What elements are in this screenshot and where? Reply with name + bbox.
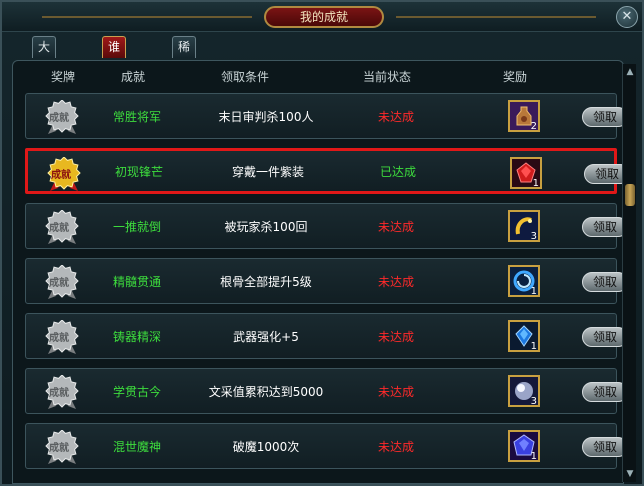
- status-text: 未达成: [377, 109, 414, 124]
- achievement-panel: 奖牌 成就 领取条件 当前状态 奖励 成就 常胜将军 末日审判杀100人 未达成 2 领取…: [12, 60, 630, 484]
- achievements-window: 我的成就 ✕ 大汉江山 谁与争锋 稀世奇珍 奖牌 成就 领取条件 当前状态 奖励…: [0, 0, 644, 486]
- column-header-condition: 领取条件: [221, 70, 270, 84]
- status-text: 未达成: [377, 329, 414, 344]
- reward-count: 1: [530, 341, 537, 352]
- column-header-reward: 奖励: [503, 70, 528, 84]
- medal-label: 成就: [49, 443, 69, 454]
- achievement-medal-icon: 成就: [44, 264, 80, 301]
- reward-count: 1: [530, 451, 537, 462]
- close-button[interactable]: ✕: [616, 6, 638, 28]
- gold-ring-icon[interactable]: 3: [508, 210, 540, 242]
- achievement-row: 成就 混世魔神 破魔1000次 未达成 1 领取: [25, 423, 628, 469]
- red-gem-icon[interactable]: 1: [510, 157, 542, 189]
- claim-condition: 被玩家杀100回: [224, 219, 308, 234]
- status-text: 未达成: [377, 439, 414, 454]
- tab-dahan-jiangshan[interactable]: 大汉江山: [32, 36, 57, 114]
- medal-label: 成就: [49, 388, 69, 399]
- tab-shui-yu-zhengfeng[interactable]: 谁与争锋: [102, 36, 127, 114]
- status-text: 未达成: [377, 274, 414, 289]
- achievement-row: 成就 学贯古今 文采值累积达到5000 未达成 3 领取: [25, 368, 628, 414]
- achievement-row: 成就 一推就倒 被玩家杀100回 未达成 3 领取: [25, 203, 628, 249]
- reward-count: 1: [532, 178, 539, 189]
- claim-condition: 文采值累积达到5000: [208, 384, 324, 399]
- scroll-up-icon[interactable]: ▲: [624, 66, 636, 78]
- column-header-status: 当前状态: [363, 70, 412, 84]
- medal-label: 成就: [49, 223, 69, 234]
- scrollbar[interactable]: ▲ ▼: [622, 64, 636, 482]
- achievement-medal-icon: 成就: [44, 429, 80, 466]
- achievement-name: 一推就倒: [112, 219, 161, 234]
- medal-label: 成就: [49, 113, 69, 124]
- table-header: 奖牌 成就 领取条件 当前状态 奖励: [13, 61, 623, 91]
- achievement-medal-icon: 成就: [44, 374, 80, 411]
- potion-jar-icon[interactable]: 2: [508, 100, 540, 132]
- title-ornament-left: [42, 16, 252, 18]
- reward-count: 3: [530, 231, 537, 242]
- claim-condition: 破魔1000次: [232, 439, 300, 454]
- achievement-name: 学贯古今: [112, 384, 161, 399]
- medal-label: 成就: [49, 278, 69, 289]
- scroll-thumb[interactable]: [625, 184, 635, 206]
- window-title: 我的成就: [264, 6, 384, 28]
- title-bar: 我的成就 ✕: [2, 2, 642, 32]
- status-text: 已达成: [379, 164, 416, 179]
- achievement-name: 初现锋芒: [114, 164, 163, 179]
- achievement-name: 精髓贯通: [112, 274, 161, 289]
- scroll-down-icon[interactable]: ▼: [624, 468, 636, 480]
- achievement-row: 成就 精髓贯通 根骨全部提升5级 未达成 1 领取: [25, 258, 628, 304]
- claim-condition: 穿戴一件紫装: [231, 164, 304, 179]
- achievement-name: 混世魔神: [112, 439, 161, 454]
- reward-count: 1: [530, 286, 537, 297]
- achievement-row: 成就 初现锋芒 穿戴一件紫装 已达成 1 领取: [25, 148, 630, 194]
- achievement-row: 成就 常胜将军 末日审判杀100人 未达成 2 领取: [25, 93, 628, 139]
- column-header-medal: 奖牌: [51, 70, 76, 84]
- sapphire-icon[interactable]: 1: [508, 430, 540, 462]
- claim-condition: 末日审判杀100人: [218, 109, 314, 124]
- blue-gem-icon[interactable]: 1: [508, 320, 540, 352]
- achievement-name: 常胜将军: [112, 109, 161, 124]
- pearl-orb-icon[interactable]: 3: [508, 375, 540, 407]
- achievement-medal-icon: 成就: [44, 99, 80, 136]
- claim-condition: 武器强化+5: [233, 329, 299, 344]
- status-text: 未达成: [377, 219, 414, 234]
- achievement-medal-icon: 成就: [44, 209, 80, 246]
- claim-condition: 根骨全部提升5级: [220, 274, 312, 289]
- blue-swirl-icon[interactable]: 1: [508, 265, 540, 297]
- tab-xishi-qizhen[interactable]: 稀世奇珍: [172, 36, 197, 114]
- status-text: 未达成: [377, 384, 414, 399]
- medal-label: 成就: [51, 170, 71, 181]
- reward-count: 2: [530, 121, 537, 132]
- achievement-row: 成就 铸器精深 武器强化+5 未达成 1 领取: [25, 313, 628, 359]
- achievement-name: 铸器精深: [112, 329, 161, 344]
- achievement-medal-icon: 成就: [44, 319, 80, 356]
- column-header-achievement: 成就: [121, 70, 146, 84]
- achievement-medal-icon: 成就: [46, 156, 82, 193]
- title-ornament-right: [396, 16, 596, 18]
- reward-count: 3: [530, 396, 537, 407]
- medal-label: 成就: [49, 333, 69, 344]
